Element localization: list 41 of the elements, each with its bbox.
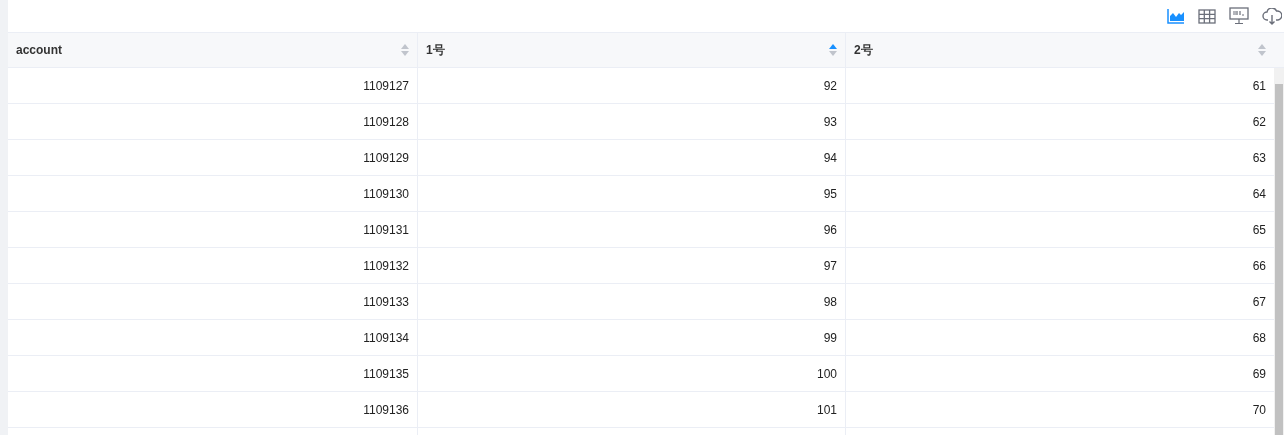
- table-cell-text: 1109134: [363, 329, 409, 347]
- table-cell-text: 95: [823, 185, 837, 203]
- table-icon[interactable]: [1198, 8, 1216, 24]
- table-cell-text: 101: [816, 401, 837, 419]
- table-cell-text: 61: [1252, 77, 1266, 95]
- table-cell-text: 1109129: [363, 149, 409, 167]
- area-chart-icon[interactable]: [1167, 8, 1185, 24]
- table-cell-text: 66: [1252, 257, 1266, 275]
- column-header[interactable]: 1号: [426, 41, 445, 59]
- table-cell-text: 1109127: [363, 77, 409, 95]
- column-header[interactable]: account: [16, 41, 62, 59]
- column-header[interactable]: 2号: [854, 41, 873, 59]
- table-cell-text: 70: [1252, 401, 1266, 419]
- cloud-download-icon[interactable]: [1262, 7, 1282, 25]
- table-cell-text: 100: [816, 365, 837, 383]
- sort-icon[interactable]: [1258, 44, 1266, 56]
- table-cell-text: 1109128: [363, 113, 409, 131]
- monitor-icon[interactable]: [1229, 7, 1249, 25]
- table-cell-text: 1109133: [363, 293, 409, 311]
- scrollbar[interactable]: [1274, 68, 1284, 435]
- table-cell-text: 93: [823, 113, 837, 131]
- sort-icon[interactable]: [829, 44, 837, 56]
- table-cell-text: 1109136: [363, 401, 409, 419]
- table-cell-text: 64: [1252, 185, 1266, 203]
- table-cell-text: 97: [823, 257, 837, 275]
- table-cell-text: 1109130: [363, 185, 409, 203]
- table-cell-text: 1109132: [363, 257, 409, 275]
- table-cell-text: 67: [1252, 293, 1266, 311]
- table-cell-text: 96: [823, 221, 837, 239]
- table-cell-text: 65: [1252, 221, 1266, 239]
- table-cell-text: 63: [1252, 149, 1266, 167]
- table-cell-text: 1109135: [363, 365, 409, 383]
- table-cell-text: 69: [1252, 365, 1266, 383]
- table-cell-text: 98: [823, 293, 837, 311]
- table-cell-text: 62: [1252, 113, 1266, 131]
- table-cell-text: 99: [823, 329, 837, 347]
- table-cell-text: 94: [823, 149, 837, 167]
- table-cell-text: 92: [823, 77, 837, 95]
- table-cell-text: 1109131: [363, 221, 409, 239]
- table-cell-text: 68: [1252, 329, 1266, 347]
- sort-icon[interactable]: [401, 44, 409, 56]
